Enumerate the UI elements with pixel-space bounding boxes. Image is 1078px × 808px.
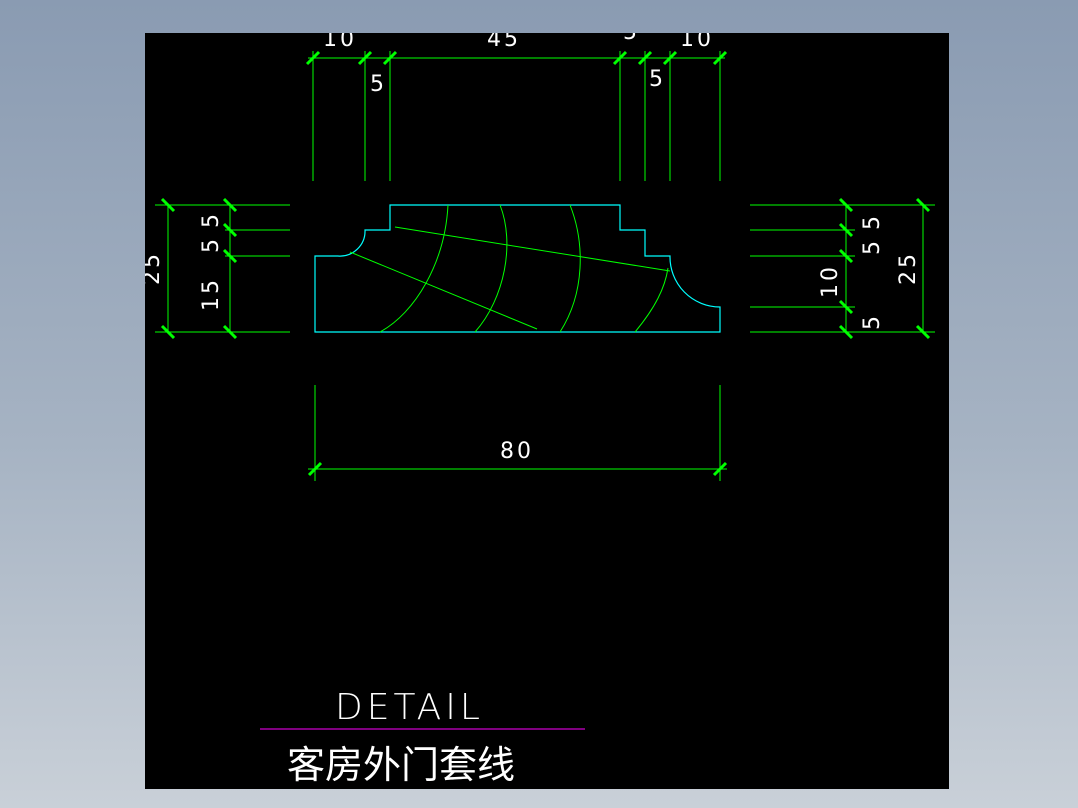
right-dimension-chain: 5 5 10 5 25 [750,197,935,340]
dim-right-5-top: 5 [860,213,885,230]
dim-right-5-mid: 5 [860,238,885,255]
dim-left-5-mid: 5 [199,236,224,253]
drawing-title-block: DETAIL 客房外门套线 [260,687,585,787]
casing-profile-section [314,204,721,333]
top-dimension-chain: 10 45 5 10 5 5 [305,33,728,181]
dim-right-10: 10 [818,264,843,298]
bottom-dimension: 80 [307,385,728,481]
title-detail: DETAIL [335,687,484,728]
cad-drawing-canvas[interactable]: 10 45 5 10 5 5 25 5 5 15 [145,33,949,789]
dim-left-15: 15 [199,277,224,311]
dim-right-5-bottom: 5 [860,313,885,330]
dim-bottom-80: 80 [500,439,534,464]
wood-grain-hatch [349,204,671,333]
dim-top-lower-5-left: 5 [370,72,387,97]
dim-top-10-right: 10 [680,33,714,52]
left-dimension-chain: 25 5 5 15 [145,197,290,340]
dim-top-lower-5-right: 5 [649,67,666,92]
dim-top-10-left: 10 [323,33,357,52]
door-casing-detail-drawing: 10 45 5 10 5 5 25 5 5 15 [145,33,935,787]
dim-top-5: 5 [623,33,640,45]
dim-left-25: 25 [145,251,165,285]
dim-right-25: 25 [896,251,921,285]
title-chinese: 客房外门套线 [287,743,515,787]
casing-profile-outline [314,204,721,333]
dim-top-45: 45 [487,33,521,52]
dim-left-5-top: 5 [199,211,224,228]
